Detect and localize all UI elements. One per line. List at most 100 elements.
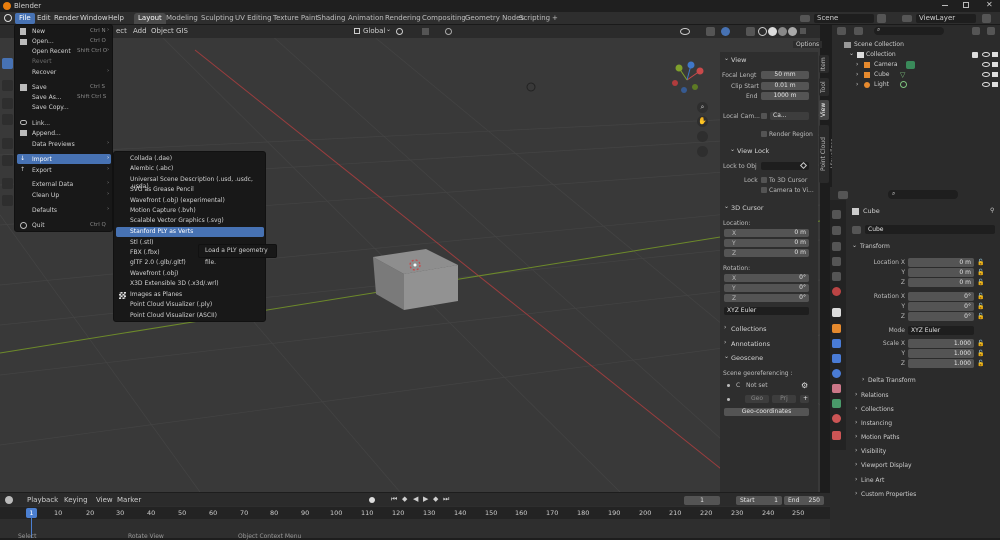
lock-icon[interactable]: 🔓: [977, 279, 984, 286]
view-section-title[interactable]: View: [731, 56, 746, 64]
tool-measure-icon[interactable]: [2, 195, 13, 206]
import-svg[interactable]: Scalable Vector Graphics (.svg): [130, 217, 224, 224]
lock-icon[interactable]: 🔓: [977, 293, 984, 300]
close-icon[interactable]: ✕: [986, 0, 993, 9]
display-mode-icon[interactable]: [854, 27, 863, 35]
minimize-icon[interactable]: [942, 5, 948, 6]
pivot-icon[interactable]: [396, 28, 403, 35]
lock-icon[interactable]: 🔓: [977, 303, 984, 310]
prev-keyframe-icon[interactable]: ◆: [402, 495, 407, 503]
visibility-eye-icon[interactable]: [982, 62, 990, 67]
file-menu-new[interactable]: New: [32, 28, 45, 35]
file-menu-defaults[interactable]: Defaults: [32, 207, 57, 214]
pan-hand-icon[interactable]: ✋: [697, 116, 708, 127]
editor-type-icon[interactable]: [838, 191, 848, 199]
rendered-shading-icon[interactable]: [788, 27, 797, 36]
import-motion-capture[interactable]: Motion Capture (.bvh): [130, 207, 196, 214]
tool-select-icon[interactable]: [2, 58, 13, 69]
tab-view[interactable]: View: [819, 100, 829, 120]
render-properties-icon[interactable]: [832, 226, 841, 235]
frame-end-field[interactable]: End 250: [784, 496, 824, 505]
collection-checkbox[interactable]: [972, 52, 978, 58]
file-menu-external-data[interactable]: External Data: [32, 181, 73, 188]
annotations-section-title[interactable]: Annotations: [731, 340, 770, 348]
file-menu-open[interactable]: Open...: [32, 38, 54, 45]
scale-y-field[interactable]: 1.000: [908, 349, 974, 358]
material-shading-icon[interactable]: [778, 27, 787, 36]
focal-length-field[interactable]: 50 mm: [761, 71, 809, 79]
record-icon[interactable]: [369, 497, 375, 503]
local-camera-checkbox[interactable]: [761, 113, 767, 119]
menu-add[interactable]: Add: [133, 27, 147, 35]
options-button[interactable]: Options: [793, 41, 823, 48]
visibility-eye-icon[interactable]: [982, 72, 990, 77]
cursor-rotation-mode-dropdown[interactable]: XYZ Euler: [724, 307, 809, 315]
tool-cursor-icon[interactable]: [2, 80, 13, 91]
camera-render-icon[interactable]: [992, 72, 998, 77]
visibility-icon[interactable]: [680, 28, 690, 35]
geo-coordinates-button[interactable]: Geo-coordinates: [724, 408, 809, 416]
menu-select[interactable]: ect: [116, 27, 127, 35]
timeline-menu-view[interactable]: View: [96, 496, 113, 504]
outliner-scene-collection[interactable]: Scene Collection: [854, 41, 904, 48]
outliner-search-input[interactable]: [874, 27, 944, 35]
instancing-section[interactable]: Instancing: [861, 420, 892, 427]
tool-move-icon[interactable]: [2, 98, 13, 109]
file-menu-import[interactable]: Import: [32, 156, 52, 163]
view-layer-browse-icon[interactable]: [982, 14, 991, 23]
import-images-as-planes[interactable]: Images as Planes: [130, 291, 182, 298]
cursor-rotation-y-field[interactable]: 0°: [724, 284, 809, 292]
import-wavefront-experimental[interactable]: Wavefront (.obj) (experimental): [130, 197, 225, 204]
rotation-x-field[interactable]: 0°: [908, 292, 974, 301]
visibility-eye-icon[interactable]: [982, 52, 990, 57]
wireframe-shading-icon[interactable]: [758, 27, 767, 36]
import-wavefront[interactable]: Wavefront (.obj): [130, 270, 178, 277]
clip-end-field[interactable]: 1000 m: [761, 92, 809, 100]
tool-transform-icon[interactable]: [2, 155, 13, 166]
line-art-section[interactable]: Line Art: [861, 477, 884, 484]
jump-start-icon[interactable]: ⏮: [391, 495, 397, 504]
pin-icon[interactable]: ⚲: [990, 207, 994, 214]
lock-icon[interactable]: 🔓: [977, 340, 984, 347]
outliner-collection[interactable]: Collection: [866, 51, 896, 58]
timeline-menu-marker[interactable]: Marker: [117, 496, 141, 504]
file-menu-open-recent[interactable]: Open Recent: [32, 48, 71, 55]
location-x-field[interactable]: 0 m: [908, 258, 974, 267]
properties-search-input[interactable]: [888, 190, 958, 199]
next-keyframe-icon[interactable]: ◆: [433, 495, 438, 503]
import-x3d[interactable]: X3D Extensible 3D (.x3d/.wrl): [130, 280, 219, 287]
scene-icon[interactable]: [800, 15, 810, 22]
location-y-field[interactable]: 0 m: [908, 268, 974, 277]
view-lock-section-title[interactable]: View Lock: [737, 147, 769, 155]
overlay-toggle-icon[interactable]: [721, 27, 730, 36]
view-layer-icon[interactable]: [902, 15, 912, 22]
import-gltf[interactable]: glTF 2.0 (.glb/.gltf): [130, 259, 186, 266]
camera-view-icon[interactable]: [697, 131, 708, 142]
file-menu-save[interactable]: Save: [32, 84, 47, 91]
outliner-item-cube[interactable]: Cube: [874, 71, 890, 78]
import-fbx[interactable]: FBX (.fbx): [130, 249, 160, 256]
file-menu-quit[interactable]: Quit: [32, 222, 45, 229]
import-pcv-ascii[interactable]: Point Cloud Visualizer (ASCII): [130, 312, 217, 319]
custom-properties-section[interactable]: Custom Properties: [861, 491, 916, 498]
import-stanford-ply-verts[interactable]: Stanford PLY as Verts: [130, 228, 193, 235]
lock-icon[interactable]: 🔓: [977, 360, 984, 367]
menu-gis[interactable]: GIS: [176, 27, 188, 35]
geo-button[interactable]: Geo: [745, 395, 769, 403]
cursor-rotation-x-field[interactable]: 0°: [724, 274, 809, 282]
rotation-z-field[interactable]: 0°: [908, 312, 974, 321]
orientation-icon[interactable]: [354, 28, 360, 34]
visibility-section[interactable]: Visibility: [861, 448, 886, 455]
local-camera-field[interactable]: Ca...: [770, 112, 809, 120]
timeline-menu-playback[interactable]: Playback: [27, 496, 58, 504]
camera-render-icon[interactable]: [992, 62, 998, 67]
view-layer-properties-icon[interactable]: [832, 257, 841, 266]
file-menu-clean-up[interactable]: Clean Up: [32, 192, 59, 199]
rotation-y-field[interactable]: 0°: [908, 302, 974, 311]
current-frame-field[interactable]: 1: [684, 496, 720, 505]
tool-annotate-icon[interactable]: [2, 178, 13, 189]
editor-type-icon[interactable]: [837, 27, 846, 35]
camera-to-view-checkbox[interactable]: [761, 187, 767, 193]
output-properties-icon[interactable]: [832, 242, 841, 251]
frame-start-field[interactable]: Start 1: [736, 496, 782, 505]
